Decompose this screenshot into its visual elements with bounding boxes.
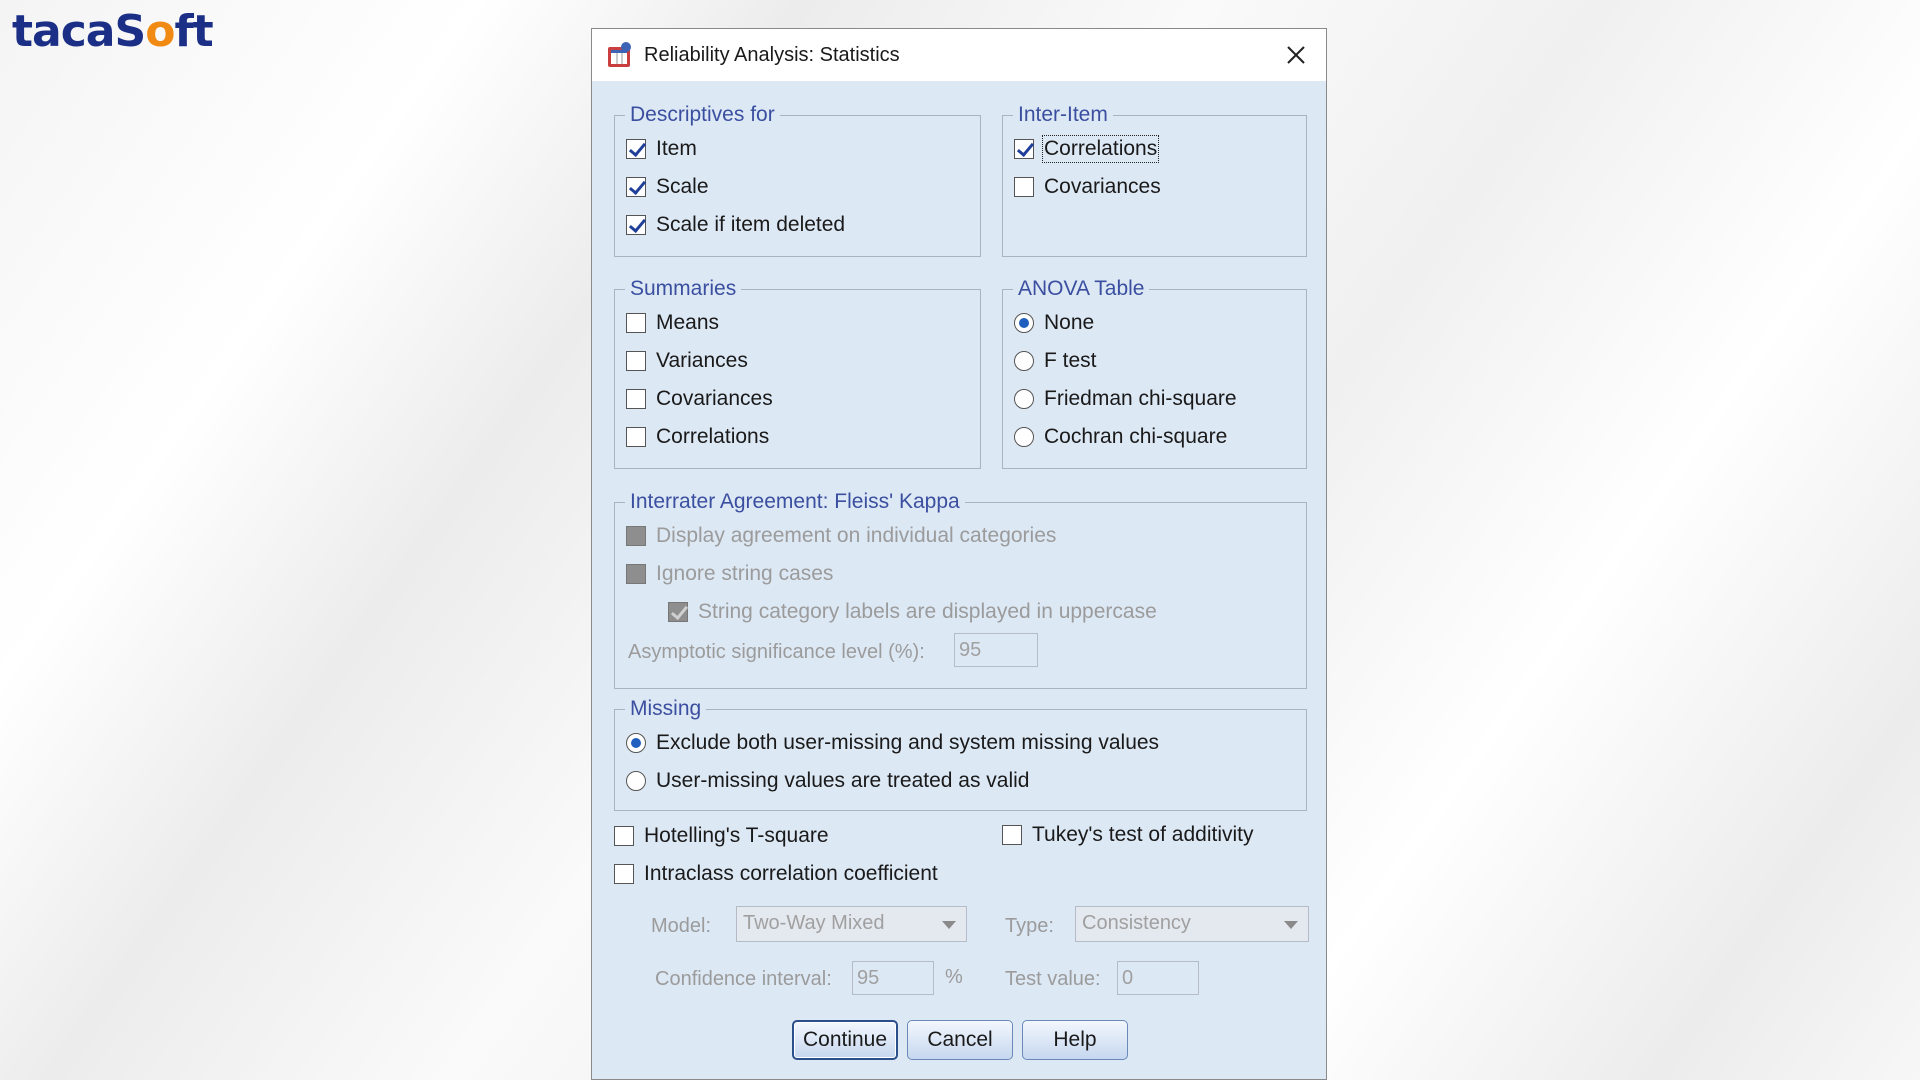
descriptives-legend: Descriptives for <box>625 102 780 128</box>
uppercase-labels-checkbox[interactable]: String category labels are displayed in … <box>668 600 1157 624</box>
checkbox-box[interactable] <box>626 139 646 159</box>
test-value-label: Test value: <box>1005 968 1101 990</box>
scale-checkbox[interactable]: Scale <box>626 175 709 199</box>
radio-button[interactable] <box>1014 351 1034 371</box>
spss-dialog-icon <box>608 42 631 67</box>
anova-friedman-radio[interactable]: Friedman chi-square <box>1014 387 1237 411</box>
checkbox-box[interactable] <box>626 526 646 546</box>
anova-legend: ANOVA Table <box>1013 276 1150 302</box>
checkbox-box[interactable] <box>1014 139 1034 159</box>
tukeys-test-checkbox[interactable]: Tukey's test of additivity <box>1002 823 1253 847</box>
summaries-correlations-checkbox[interactable]: Correlations <box>626 425 769 449</box>
confidence-interval-input[interactable] <box>852 961 934 995</box>
summaries-legend: Summaries <box>625 276 742 302</box>
inter-item-legend: Inter-Item <box>1013 102 1113 128</box>
dialog-title: Reliability Analysis: Statistics <box>644 44 900 66</box>
checkbox-box[interactable] <box>1014 177 1034 197</box>
anova-cochran-radio[interactable]: Cochran chi-square <box>1014 425 1227 449</box>
cancel-button[interactable]: Cancel <box>907 1020 1013 1060</box>
checkbox-box[interactable] <box>626 564 646 584</box>
missing-group: Missing Exclude both user-missing and sy… <box>614 696 1307 811</box>
anova-f-test-radio[interactable]: F test <box>1014 349 1097 373</box>
checkbox-box[interactable] <box>626 313 646 333</box>
checkbox-box[interactable] <box>614 826 634 846</box>
checkbox-box[interactable] <box>626 215 646 235</box>
model-dropdown[interactable]: Two-Way Mixed <box>736 906 967 942</box>
reliability-statistics-dialog: Reliability Analysis: Statistics Descrip… <box>591 28 1327 1080</box>
checkbox-box[interactable] <box>668 602 688 622</box>
asymptotic-significance-label: Asymptotic significance level (%): <box>628 641 925 663</box>
exclude-missing-radio[interactable]: Exclude both user-missing and system mis… <box>626 731 1159 755</box>
summaries-means-checkbox[interactable]: Means <box>626 311 719 335</box>
user-missing-valid-radio[interactable]: User-missing values are treated as valid <box>626 769 1030 793</box>
display-agreement-checkbox[interactable]: Display agreement on individual categori… <box>626 524 1056 548</box>
radio-button[interactable] <box>1014 313 1034 333</box>
ignore-string-cases-checkbox[interactable]: Ignore string cases <box>626 562 833 586</box>
confidence-interval-label: Confidence interval: <box>655 968 832 990</box>
item-checkbox[interactable]: Item <box>626 137 697 161</box>
descriptives-group: Descriptives for Item Scale Scale if ite… <box>614 102 981 257</box>
chevron-down-icon <box>1284 921 1298 929</box>
checkbox-box[interactable] <box>626 351 646 371</box>
summaries-group: Summaries Means Variances Covariances Co… <box>614 276 981 469</box>
checkbox-box[interactable] <box>626 177 646 197</box>
help-button[interactable]: Help <box>1022 1020 1128 1060</box>
model-label: Model: <box>651 915 712 937</box>
intraclass-correlation-checkbox[interactable]: Intraclass correlation coefficient <box>614 862 938 886</box>
summaries-covariances-checkbox[interactable]: Covariances <box>626 387 773 411</box>
inter-item-group: Inter-Item Correlations Covariances <box>1002 102 1307 257</box>
radio-button[interactable] <box>626 771 646 791</box>
chevron-down-icon <box>942 921 956 929</box>
summaries-variances-checkbox[interactable]: Variances <box>626 349 748 373</box>
checkbox-box[interactable] <box>614 864 634 884</box>
radio-button[interactable] <box>1014 427 1034 447</box>
hotellings-t-square-checkbox[interactable]: Hotelling's T-square <box>614 824 829 848</box>
missing-legend: Missing <box>625 696 707 722</box>
title-bar: Reliability Analysis: Statistics <box>592 29 1326 81</box>
fleiss-kappa-group: Interrater Agreement: Fleiss' Kappa Disp… <box>614 489 1307 689</box>
type-dropdown[interactable]: Consistency <box>1075 906 1309 942</box>
tacasoft-logo: tacaSoft <box>12 6 214 57</box>
scale-if-item-deleted-checkbox[interactable]: Scale if item deleted <box>626 213 845 237</box>
continue-button[interactable]: Continue <box>792 1020 898 1060</box>
close-icon[interactable] <box>1280 39 1312 71</box>
inter-item-correlations-checkbox[interactable]: Correlations <box>1014 135 1160 163</box>
fleiss-kappa-legend: Interrater Agreement: Fleiss' Kappa <box>625 489 965 515</box>
percent-label: % <box>945 966 963 988</box>
asymptotic-significance-input[interactable] <box>954 633 1038 667</box>
radio-button[interactable] <box>626 733 646 753</box>
test-value-input[interactable] <box>1117 961 1199 995</box>
checkbox-box[interactable] <box>1002 825 1022 845</box>
checkbox-box[interactable] <box>626 389 646 409</box>
checkbox-box[interactable] <box>626 427 646 447</box>
type-label: Type: <box>1005 915 1054 937</box>
radio-button[interactable] <box>1014 389 1034 409</box>
anova-none-radio[interactable]: None <box>1014 311 1094 335</box>
anova-table-group: ANOVA Table None F test Friedman chi-squ… <box>1002 276 1307 469</box>
inter-item-covariances-checkbox[interactable]: Covariances <box>1014 175 1161 199</box>
